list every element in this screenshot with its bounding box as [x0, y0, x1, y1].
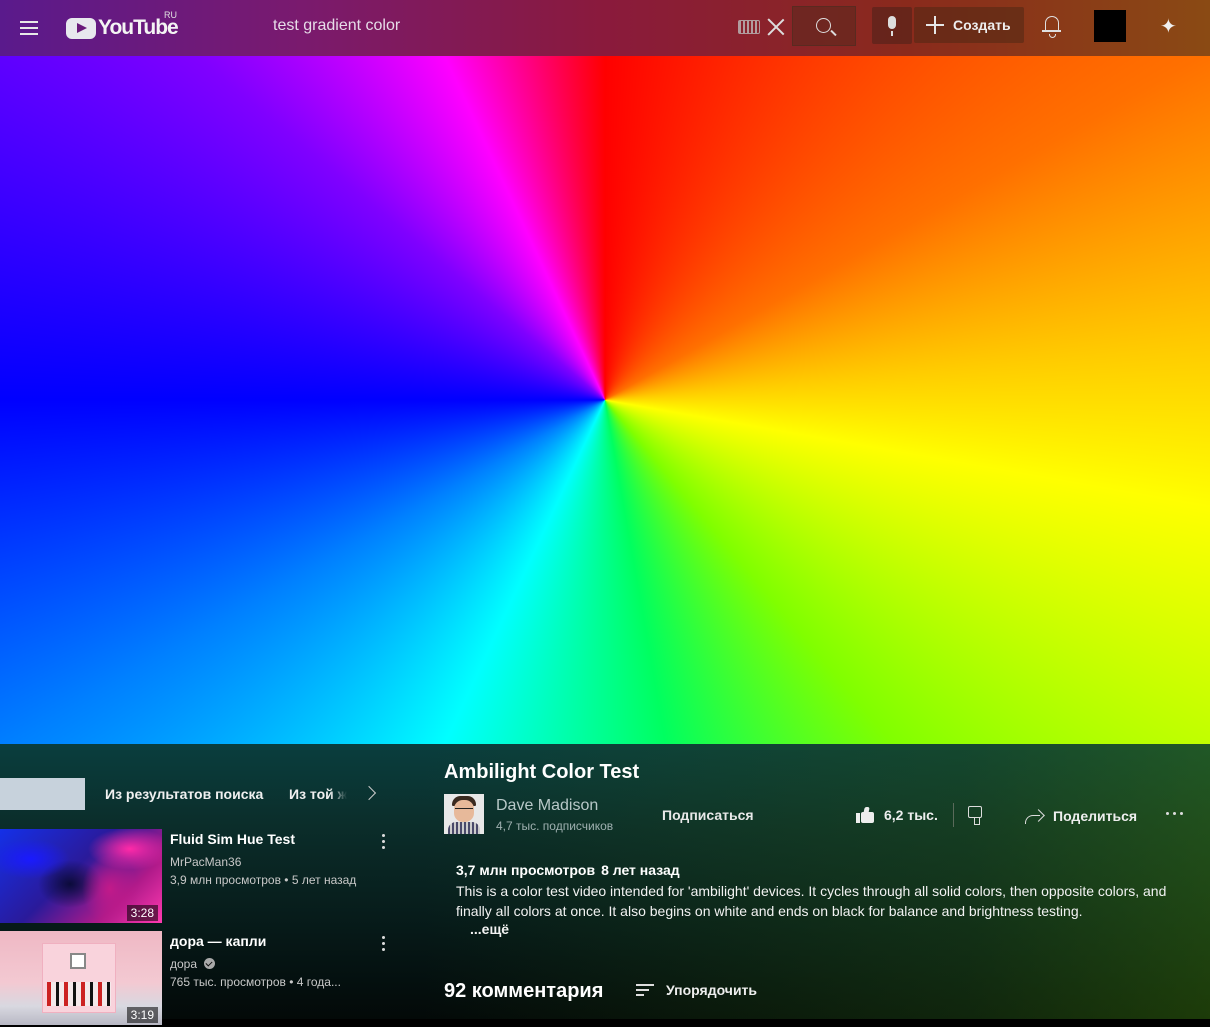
recommendation-item[interactable]: 3:28 Fluid Sim Hue Test MrPacMan36 3,9 м…	[0, 829, 400, 925]
search-input[interactable]: test gradient color	[273, 17, 400, 35]
duration-badge: 3:28	[126, 905, 158, 921]
video-title: Ambilight Color Test	[444, 761, 640, 783]
youtube-logo[interactable]: YouTube RU	[66, 10, 179, 42]
sort-comments-button[interactable]: Упорядочить	[636, 980, 757, 1000]
duration-badge: 3:19	[126, 1007, 158, 1023]
recommendation-item[interactable]: 3:19 дора — капли дора 765 тыс. просмотр…	[0, 931, 400, 1027]
menu-icon[interactable]	[18, 16, 42, 40]
mic-icon	[888, 16, 896, 29]
video-thumbnail[interactable]: 3:19	[0, 931, 162, 1025]
chip-all[interactable]	[0, 778, 85, 810]
clear-search-icon[interactable]	[766, 16, 786, 36]
channel-name[interactable]: Dave Madison	[496, 797, 598, 815]
voice-search-button[interactable]	[872, 7, 912, 44]
more-vert-icon[interactable]	[382, 833, 386, 851]
sort-label: Упорядочить	[666, 982, 758, 998]
upload-age: 5 лет назад	[291, 873, 357, 887]
thumbs-up-icon	[856, 807, 874, 823]
create-button[interactable]: Создать	[914, 7, 1024, 43]
play-logo-icon	[66, 17, 96, 39]
create-label: Создать	[953, 17, 1011, 33]
view-count: 3,9 млн просмотров	[170, 873, 281, 887]
channel-avatar[interactable]	[444, 794, 484, 834]
subscribe-button[interactable]: Подписаться	[662, 807, 754, 823]
account-avatar[interactable]	[1094, 10, 1126, 42]
upload-age: 4 года...	[296, 975, 341, 989]
recommendation-title[interactable]: Fluid Sim Hue Test	[170, 831, 295, 847]
recommendation-meta: 765 тыс. просмотров • 4 года...	[170, 975, 341, 989]
share-arrow-icon	[1024, 808, 1045, 824]
recommendation-title[interactable]: дора — капли	[170, 933, 266, 949]
view-count: 3,7 млн просмотров	[456, 862, 596, 878]
recommendation-meta: 3,9 млн просмотров • 5 лет назад	[170, 873, 357, 887]
publish-date: 8 лет назад	[601, 862, 680, 878]
sparkle-icon[interactable]: ✦	[1160, 14, 1177, 39]
like-divider	[953, 803, 954, 827]
share-button[interactable]: Поделиться	[1024, 804, 1137, 828]
channel-label: дора	[170, 957, 198, 971]
share-label: Поделиться	[1053, 808, 1138, 824]
notifications-bell-icon[interactable]	[1042, 14, 1062, 38]
chip-same-series[interactable]: Из той же серии	[289, 786, 347, 802]
description-meta: 3,7 млн просмотров 8 лет назад	[456, 862, 680, 878]
region-code: RU	[164, 10, 177, 20]
search-button[interactable]	[792, 6, 856, 46]
recommendation-channel[interactable]: MrPacMan36	[170, 855, 241, 869]
subscriber-count: 4,7 тыс. подписчиков	[496, 819, 614, 833]
view-count: 765 тыс. просмотров	[170, 975, 286, 989]
video-player[interactable]	[0, 56, 1210, 744]
like-button[interactable]: 6,2 тыс.	[856, 802, 938, 828]
more-horiz-icon[interactable]	[1166, 812, 1184, 816]
description-text: This is a color test video intended for …	[456, 883, 1167, 919]
sort-icon	[636, 983, 654, 997]
verified-icon	[204, 958, 216, 969]
like-count: 6,2 тыс.	[884, 807, 938, 823]
chip-from-search[interactable]: Из результатов поиска	[105, 786, 263, 802]
video-thumbnail[interactable]: 3:28	[0, 829, 162, 923]
comments-count: 92 комментария	[444, 980, 604, 1002]
plus-icon	[925, 15, 945, 35]
search-icon	[816, 18, 831, 33]
more-vert-icon[interactable]	[382, 935, 386, 953]
recommendation-channel[interactable]: дора	[170, 957, 216, 971]
top-bar: YouTube RU test gradient color Создать ✦	[0, 0, 1210, 56]
keyboard-icon[interactable]	[738, 20, 760, 34]
show-more-link[interactable]: ...ещё	[470, 921, 509, 937]
thumbs-down-icon[interactable]	[968, 806, 986, 825]
